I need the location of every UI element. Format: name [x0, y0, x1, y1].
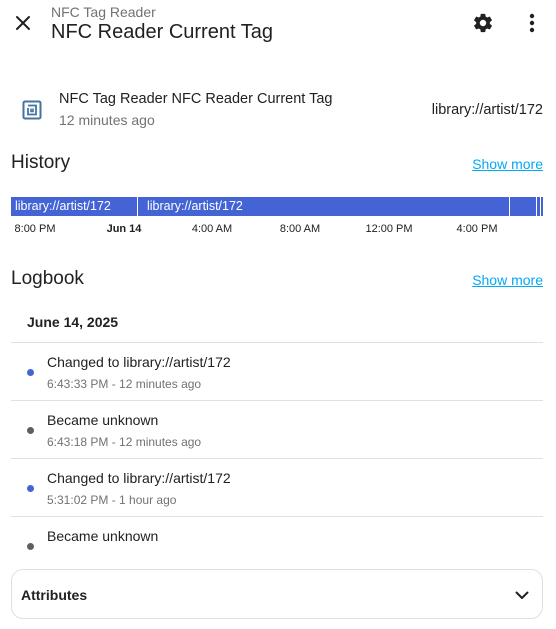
logbook-message: Changed to library://artist/172	[47, 470, 231, 486]
state-dot-icon	[27, 485, 34, 492]
state-dot-icon	[27, 369, 34, 376]
logbook-message: Became unknown	[47, 528, 159, 544]
history-show-more-link[interactable]: Show more	[472, 156, 543, 172]
logbook-timestamp: 5:31:02 PM - 1 hour ago	[47, 493, 177, 507]
logbook-timestamp: 6:43:18 PM - 12 minutes ago	[47, 435, 202, 449]
logbook-entry[interactable]: Changed to library://artist/172 6:43:33 …	[11, 342, 543, 400]
state-dot-icon	[27, 543, 34, 550]
logbook-list[interactable]: Changed to library://artist/172 6:43:33 …	[11, 342, 543, 554]
entity-last-changed: 12 minutes ago	[59, 112, 155, 128]
entity-state: library://artist/172	[431, 102, 543, 118]
logbook-entry[interactable]: Changed to library://artist/172 5:31:02 …	[11, 458, 543, 516]
more-options-button[interactable]	[518, 9, 546, 37]
timeline-segment[interactable]: library://artist/172	[11, 197, 137, 216]
timeline-tick-label: 12:00 PM	[365, 223, 413, 235]
logbook-date-heading: June 14, 2025	[27, 314, 119, 330]
timeline-tick-label: 4:00 AM	[191, 223, 233, 235]
logbook-entry[interactable]: Became unknown 6:43:18 PM - 12 minutes a…	[11, 400, 543, 458]
history-timeline[interactable]: library://artist/172 library://artist/17…	[11, 197, 543, 216]
logbook-message: Changed to library://artist/172	[47, 354, 231, 370]
timeline-tick-label: 8:00 AM	[279, 223, 321, 235]
more-info-dialog: NFC Tag Reader NFC Reader Current Tag NF…	[0, 0, 556, 629]
logbook-timestamp: 6:43:33 PM - 12 minutes ago	[47, 377, 202, 391]
timeline-axis: 8:00 PM Jun 14 4:00 AM 8:00 AM 12:00 PM …	[0, 223, 556, 239]
timeline-tick-label: 8:00 PM	[14, 223, 56, 235]
attributes-expander[interactable]: Attributes	[11, 569, 543, 619]
nfc-icon	[22, 100, 42, 120]
timeline-segment[interactable]	[537, 197, 540, 216]
timeline-segment[interactable]: library://artist/172	[138, 197, 509, 216]
logbook-show-more-link[interactable]: Show more	[472, 272, 543, 288]
dialog-header: NFC Tag Reader NFC Reader Current Tag	[0, 0, 556, 52]
logbook-entry[interactable]: Became unknown	[11, 516, 543, 554]
logbook-heading: Logbook	[11, 268, 84, 289]
state-dot-icon	[27, 427, 34, 434]
entity-name: NFC Tag Reader NFC Reader Current Tag	[59, 91, 333, 107]
close-icon	[16, 16, 30, 30]
breadcrumb[interactable]: NFC Tag Reader	[51, 4, 156, 20]
attributes-label: Attributes	[21, 587, 88, 603]
chevron-down-icon	[512, 585, 532, 605]
timeline-tick-label: Jun 14	[106, 223, 142, 235]
timeline-segment[interactable]	[510, 197, 536, 216]
entity-icon	[19, 97, 45, 123]
logbook-message: Became unknown	[47, 412, 159, 428]
dialog-title: NFC Reader Current Tag	[51, 21, 273, 43]
dots-vertical-icon	[529, 13, 535, 33]
history-heading: History	[11, 152, 71, 173]
settings-button[interactable]	[469, 9, 497, 37]
timeline-tick-label: 4:00 PM	[456, 223, 498, 235]
gear-icon	[474, 13, 492, 33]
close-button[interactable]	[9, 9, 37, 37]
timeline-segment[interactable]	[541, 197, 543, 216]
